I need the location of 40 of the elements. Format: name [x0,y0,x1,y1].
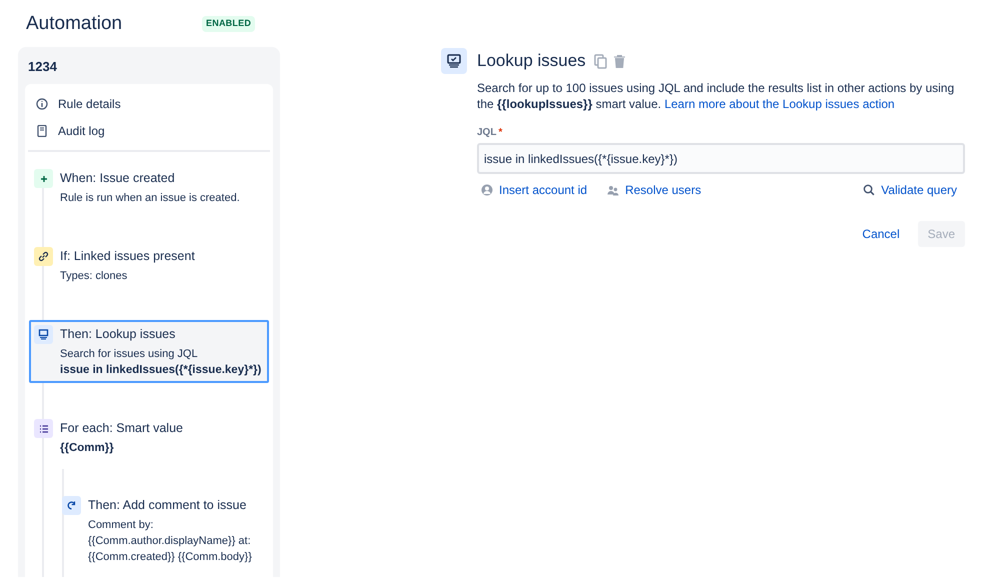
monitor-icon [34,325,53,344]
info-icon [36,98,48,110]
tool-link[interactable]: Validate query [881,181,957,199]
selected-component[interactable]: Then: Lookup issues Search for issues using JQL issue in linkedIssues({*{issue.key}*}) [29,320,269,383]
rule-nav-link[interactable]: Rule details [58,94,121,112]
editor-title: Lookup issues [477,50,586,72]
plus-icon [34,169,53,188]
component-summary: issue in linkedIssues({*{issue.key}*}) [60,363,262,378]
required-mark: * [498,126,502,140]
component-summary: Search for issues using JQL [60,347,199,362]
cancel-button[interactable]: Cancel [852,221,910,247]
monitor-icon [441,48,467,74]
component-title[interactable]: If: Linked issues present [60,247,195,264]
component-title[interactable]: For each: Smart value [60,419,183,436]
copy-icon[interactable] [594,54,607,68]
component-title[interactable]: Then: Lookup issues [60,325,262,342]
search-icon [863,184,876,196]
editor-description: Search for up to 100 issues using JQL and include the results list in other actions by using the {{lookupIssues}} smart value. Learn more about the Lookup issues action [477,80,956,112]
tool-link[interactable]: Resolve users [625,181,702,199]
field-label: JQL [477,126,496,140]
status-lozenge: ENABLED [202,16,256,32]
component-title[interactable]: When: Issue created [60,169,240,186]
link-icon [34,247,53,266]
rule-nav-link[interactable]: Audit log [58,122,105,140]
document-icon [36,124,48,136]
component-summary: Types: clones [60,269,128,284]
refresh-icon [62,496,81,515]
rule-name: 1234 [27,58,58,76]
component-summary: {{Comm}} [60,441,115,456]
people-icon [607,184,620,196]
learn-more-link[interactable]: Learn more about the Lookup issues action [664,97,895,111]
component-summary: Comment by: {{Comm.author.displayName}} at: {{Comm.created}} {{Comm.body}} [88,518,253,565]
list-icon [34,419,53,438]
component-title[interactable]: Then: Add comment to issue [88,496,257,513]
user-icon [481,184,493,196]
page-title: Automation [26,12,124,36]
trash-icon[interactable] [612,54,626,68]
component-summary: Rule is run when an issue is created. [60,191,240,206]
tool-link[interactable]: Insert account id [499,181,588,199]
jql-input-field[interactable]: issue in linkedIssues({*{issue.key}*}) [477,143,965,174]
